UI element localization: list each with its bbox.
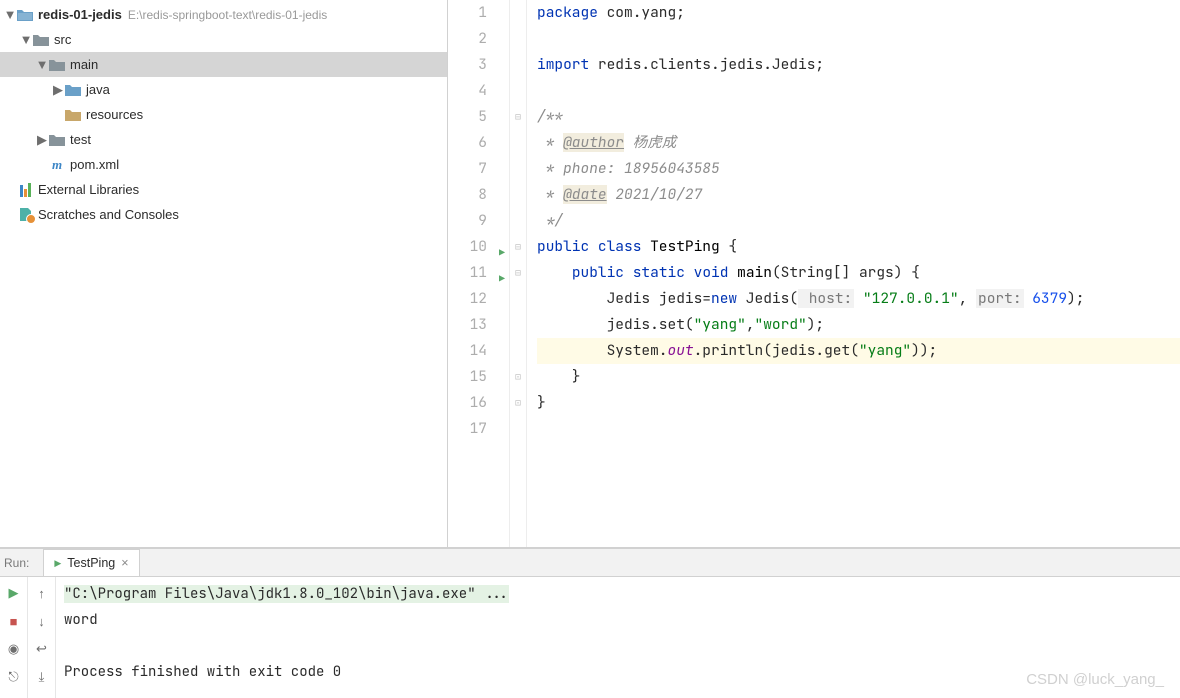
maven-file-icon: m: [48, 157, 66, 173]
resources-folder-icon: [64, 107, 82, 123]
up-arrow-icon[interactable]: ↑: [32, 583, 52, 603]
tree-label: resources: [86, 107, 143, 122]
exit-icon[interactable]: ⎋: [4, 667, 24, 687]
chevron-down-icon[interactable]: ▼: [36, 57, 48, 72]
close-icon[interactable]: ×: [121, 556, 128, 570]
folder-icon: [32, 32, 50, 48]
tree-main[interactable]: ▼ main: [0, 52, 447, 77]
line-num[interactable]: 5: [448, 104, 487, 130]
rerun-icon[interactable]: ▶: [4, 583, 24, 603]
line-num[interactable]: 10▶: [448, 234, 487, 260]
line-num[interactable]: 3: [448, 52, 487, 78]
tree-ext-lib[interactable]: External Libraries: [0, 177, 447, 202]
tree-pom[interactable]: m pom.xml: [0, 152, 447, 177]
fold-strip[interactable]: ⊟ ⊟ ⊟ ⊡ ⊡: [510, 0, 527, 547]
chevron-down-icon[interactable]: ▼: [20, 32, 32, 47]
line-num[interactable]: 1: [448, 0, 487, 26]
run-toolbar-left: ▶ ■ ◉ ⎋: [0, 577, 28, 698]
console-output[interactable]: "C:\Program Files\Java\jdk1.8.0_102\bin\…: [56, 577, 1180, 698]
tree-test[interactable]: ▶ test: [0, 127, 447, 152]
module-folder-icon: [16, 7, 34, 23]
code-editor[interactable]: 1 2 3 4 5 6 7 8 9 10▶ 11▶ 12 13 14 15 16…: [448, 0, 1180, 547]
down-arrow-icon[interactable]: ↓: [32, 611, 52, 631]
run-header: Run: ▶ TestPing ×: [0, 549, 1180, 577]
line-num[interactable]: 15: [448, 364, 487, 390]
run-title: Run:: [4, 556, 29, 570]
fold-icon[interactable]: ⊟: [510, 104, 526, 130]
line-num[interactable]: 16: [448, 390, 487, 416]
run-tab[interactable]: ▶ TestPing ×: [43, 549, 139, 576]
tree-label: External Libraries: [38, 182, 139, 197]
line-num[interactable]: 9: [448, 208, 487, 234]
line-num[interactable]: 17: [448, 416, 487, 442]
fold-icon[interactable]: ⊡: [510, 390, 526, 416]
tree-src[interactable]: ▼ src: [0, 27, 447, 52]
line-num[interactable]: 4: [448, 78, 487, 104]
chevron-down-icon[interactable]: ▼: [4, 7, 16, 22]
folder-icon: [48, 132, 66, 148]
gutter[interactable]: 1 2 3 4 5 6 7 8 9 10▶ 11▶ 12 13 14 15 16…: [448, 0, 510, 547]
run-config-icon: ▶: [54, 558, 61, 569]
console-line: word: [64, 607, 1172, 633]
run-tab-label: TestPing: [67, 556, 115, 570]
tree-label: pom.xml: [70, 157, 119, 172]
run-tool-window[interactable]: Run: ▶ TestPing × ▶ ■ ◉ ⎋ ↑ ↓ ↩ ⤓ "C:\Pr…: [0, 548, 1180, 698]
soft-wrap-icon[interactable]: ↩: [32, 639, 52, 659]
line-num[interactable]: 7: [448, 156, 487, 182]
stop-icon[interactable]: ■: [4, 611, 24, 631]
code-area[interactable]: package com.yang; import redis.clients.j…: [527, 0, 1180, 547]
tree-label: java: [86, 82, 110, 97]
tree-resources[interactable]: resources: [0, 102, 447, 127]
tree-java[interactable]: ▶ java: [0, 77, 447, 102]
line-num[interactable]: 2: [448, 26, 487, 52]
tree-root[interactable]: ▼ redis-01-jedis E:\redis-springboot-tex…: [0, 2, 447, 27]
line-num[interactable]: 6: [448, 130, 487, 156]
tree-scratch[interactable]: Scratches and Consoles: [0, 202, 447, 227]
run-gutter-icon[interactable]: ▶: [499, 266, 505, 292]
source-folder-icon: [64, 82, 82, 98]
console-command: "C:\Program Files\Java\jdk1.8.0_102\bin\…: [64, 585, 509, 603]
tree-label: main: [70, 57, 98, 72]
line-num[interactable]: 14: [448, 338, 487, 364]
line-num[interactable]: 11▶: [448, 260, 487, 286]
tree-root-path: E:\redis-springboot-text\redis-01-jedis: [128, 8, 327, 22]
run-gutter-icon[interactable]: ▶: [499, 240, 505, 266]
tree-label: src: [54, 32, 71, 47]
fold-icon[interactable]: ⊟: [510, 260, 526, 286]
run-toolbar-secondary: ↑ ↓ ↩ ⤓: [28, 577, 56, 698]
library-icon: [16, 182, 34, 198]
line-num[interactable]: 12: [448, 286, 487, 312]
project-tree-panel[interactable]: ▼ redis-01-jedis E:\redis-springboot-tex…: [0, 0, 448, 547]
console-exit-line: Process finished with exit code 0: [64, 659, 1172, 685]
tree-root-label: redis-01-jedis: [38, 7, 122, 22]
fold-icon[interactable]: ⊡: [510, 364, 526, 390]
folder-icon: [48, 57, 66, 73]
camera-icon[interactable]: ◉: [4, 639, 24, 659]
fold-icon[interactable]: ⊟: [510, 234, 526, 260]
chevron-right-icon[interactable]: ▶: [52, 82, 64, 98]
line-num[interactable]: 13: [448, 312, 487, 338]
line-num[interactable]: 8: [448, 182, 487, 208]
tree-label: Scratches and Consoles: [38, 207, 179, 222]
scroll-to-end-icon[interactable]: ⤓: [32, 667, 52, 687]
scratch-icon: [16, 207, 34, 223]
tree-label: test: [70, 132, 91, 147]
chevron-right-icon[interactable]: ▶: [36, 132, 48, 148]
